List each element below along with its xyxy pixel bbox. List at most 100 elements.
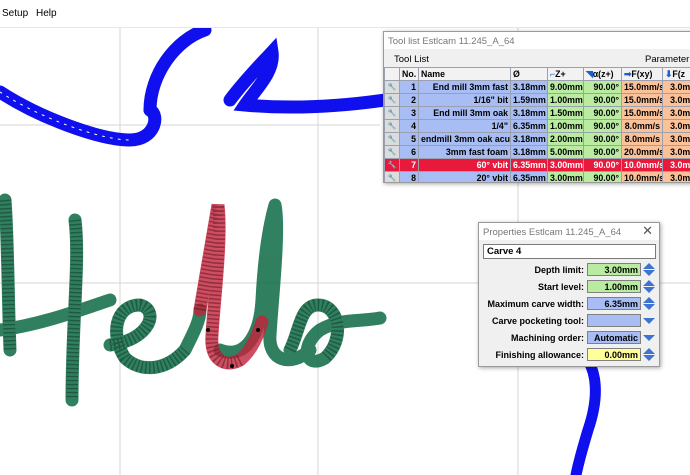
tool-fxy[interactable]: 10.0mm/s	[621, 171, 663, 182]
start-level-spinner-icon[interactable]	[643, 280, 655, 293]
wrench-icon[interactable]: 🔧	[384, 145, 400, 159]
header-z[interactable]: ⌐Z+	[547, 67, 584, 81]
tool-diameter[interactable]: 3.18mm	[510, 80, 548, 94]
tool-fz[interactable]: 3.0mm	[662, 145, 690, 159]
header-no[interactable]: No.	[399, 67, 419, 81]
wrench-icon[interactable]: 🔧	[384, 132, 400, 146]
table-row[interactable]: 🔧 7 60° vbit 6.35mm 3.00mm 90.00° 10.0mm/s 3.0m…	[384, 158, 690, 172]
tool-table: No. Name Ø ⌐Z+ ◥α(z+) ➡F(xy) ⬇F(z 🔧 1 End …	[384, 67, 690, 182]
tool-name[interactable]: 1/16" bit	[418, 93, 511, 107]
tool-angle[interactable]: 90.00°	[583, 93, 622, 107]
tool-fz[interactable]: 3.0mm	[662, 171, 690, 182]
tool-name[interactable]: endmill 3mm oak acu	[418, 132, 511, 146]
tool-angle[interactable]: 90.00°	[583, 80, 622, 94]
tool-fz[interactable]: 3.0mm	[662, 80, 690, 94]
wrench-icon[interactable]: 🔧	[384, 119, 400, 133]
tool-diameter[interactable]: 1.59mm	[510, 93, 548, 107]
tool-number[interactable]: 3	[399, 106, 419, 120]
tool-fxy[interactable]: 8.0mm/s	[621, 132, 663, 146]
header-angle[interactable]: ◥α(z+)	[583, 67, 622, 81]
tool-z[interactable]: 1.00mm	[547, 93, 584, 107]
tool-fz[interactable]: 3.0mm	[662, 106, 690, 120]
tool-angle[interactable]: 90.00°	[583, 158, 622, 172]
tool-number[interactable]: 4	[399, 119, 419, 133]
menu-setup[interactable]: Setup	[2, 8, 28, 19]
tool-z[interactable]: 9.00mm	[547, 80, 584, 94]
table-row[interactable]: 🔧 2 1/16" bit 1.59mm 1.00mm 90.00° 15.0mm/s 3.0…	[384, 93, 690, 107]
tool-name[interactable]: 1/4"	[418, 119, 511, 133]
tool-name[interactable]: 60° vbit	[418, 158, 511, 172]
tool-number[interactable]: 1	[399, 80, 419, 94]
depth-limit-field[interactable]: 3.00mm	[587, 263, 641, 276]
tool-fxy[interactable]: 8.0mm/s	[621, 119, 663, 133]
tool-z[interactable]: 3.00mm	[547, 171, 584, 182]
header-fxy[interactable]: ➡F(xy)	[621, 67, 663, 81]
tool-angle[interactable]: 90.00°	[583, 106, 622, 120]
tool-diameter[interactable]: 6.35mm	[510, 158, 548, 172]
wrench-icon[interactable]: 🔧	[384, 171, 400, 182]
header-name[interactable]: Name	[418, 67, 511, 81]
dropdown-arrow-icon[interactable]	[643, 331, 655, 344]
tool-fxy[interactable]: 15.0mm/s	[621, 106, 663, 120]
tool-fxy[interactable]: 15.0mm/s	[621, 93, 663, 107]
carve-pocketing-tool-select[interactable]	[587, 314, 641, 327]
tool-z[interactable]: 3.00mm	[547, 158, 584, 172]
tool-name[interactable]: 20° vbit	[418, 171, 511, 182]
max-carve-width-field[interactable]: 6.35mm	[587, 297, 641, 310]
finishing-allowance-field[interactable]: 0.00mm	[587, 348, 641, 361]
header-fz[interactable]: ⬇F(z	[662, 67, 690, 81]
tool-fz[interactable]: 3.0mm	[662, 93, 690, 107]
tool-z[interactable]: 1.50mm	[547, 106, 584, 120]
tool-name[interactable]: End mill 3mm fast	[418, 80, 511, 94]
hello-carve-circles	[0, 199, 344, 401]
wrench-icon[interactable]: 🔧	[384, 80, 400, 94]
tab-tool-list[interactable]: Tool List	[394, 54, 429, 65]
tool-fz[interactable]: 3.0mm	[662, 119, 690, 133]
tool-number[interactable]: 6	[399, 145, 419, 159]
tool-fxy[interactable]: 20.0mm/s	[621, 145, 663, 159]
wrench-icon[interactable]: 🔧	[384, 158, 400, 172]
tool-number[interactable]: 7	[399, 158, 419, 172]
tool-number[interactable]: 5	[399, 132, 419, 146]
header-diameter[interactable]: Ø	[510, 67, 548, 81]
parameter-label: Parameter:	[645, 54, 690, 65]
machining-order-select[interactable]: Automatic	[587, 331, 641, 344]
wrench-icon[interactable]: 🔧	[384, 106, 400, 120]
table-row[interactable]: 🔧 3 End mill 3mm oak 3.18mm 1.50mm 90.00° 15.0…	[384, 106, 690, 120]
table-row[interactable]: 🔧41/4"6.35mm1.00mm90.00°8.0mm/s3.0mm	[384, 119, 690, 133]
start-level-field[interactable]: 1.00mm	[587, 280, 641, 293]
tool-number[interactable]: 2	[399, 93, 419, 107]
menu-help[interactable]: Help	[36, 8, 57, 19]
operation-name-field[interactable]: Carve 4	[483, 244, 656, 259]
max-carve-width-spinner-icon[interactable]	[643, 297, 655, 310]
tool-diameter[interactable]: 6.35mm	[510, 119, 548, 133]
tool-angle[interactable]: 90.00°	[583, 145, 622, 159]
finishing-allowance-spinner-icon[interactable]	[643, 348, 655, 361]
tool-angle[interactable]: 90.00°	[583, 132, 622, 146]
tool-name[interactable]: End mill 3mm oak	[418, 106, 511, 120]
tool-angle[interactable]: 90.00°	[583, 119, 622, 133]
wrench-icon[interactable]: 🔧	[384, 93, 400, 107]
tool-name[interactable]: 3mm fast foam	[418, 145, 511, 159]
tool-angle[interactable]: 90.00°	[583, 171, 622, 182]
close-icon[interactable]: ✕	[642, 224, 653, 238]
tool-z[interactable]: 2.00mm	[547, 132, 584, 146]
tool-diameter[interactable]: 3.18mm	[510, 106, 548, 120]
table-row[interactable]: 🔧 1 End mill 3mm fast 3.18mm 9.00mm 90.00° 15.…	[384, 80, 690, 94]
tool-z[interactable]: 1.00mm	[547, 119, 584, 133]
tool-fxy[interactable]: 10.0mm/s	[621, 158, 663, 172]
tool-z[interactable]: 5.00mm	[547, 145, 584, 159]
tool-fz[interactable]: 3.0mm	[662, 158, 690, 172]
tool-list-window: Tool list Estlcam 11.245_A_64 Tool List …	[383, 31, 690, 183]
tool-diameter[interactable]: 3.18mm	[510, 145, 548, 159]
table-row[interactable]: 🔧 8 20° vbit 6.35mm 3.00mm 90.00° 10.0mm/s 3.0m…	[384, 171, 690, 182]
depth-limit-spinner-icon[interactable]	[643, 263, 655, 276]
tool-diameter[interactable]: 3.18mm	[510, 132, 548, 146]
tool-fz[interactable]: 3.0mm	[662, 132, 690, 146]
tool-fxy[interactable]: 15.0mm/s	[621, 80, 663, 94]
tool-number[interactable]: 8	[399, 171, 419, 182]
table-row[interactable]: 🔧 6 3mm fast foam 3.18mm 5.00mm 90.00° 20.0mm/…	[384, 145, 690, 159]
table-row[interactable]: 🔧 5 endmill 3mm oak acu 3.18mm 2.00mm 90.00° 8…	[384, 132, 690, 146]
tool-diameter[interactable]: 6.35mm	[510, 171, 548, 182]
dropdown-arrow-icon[interactable]	[643, 314, 655, 327]
